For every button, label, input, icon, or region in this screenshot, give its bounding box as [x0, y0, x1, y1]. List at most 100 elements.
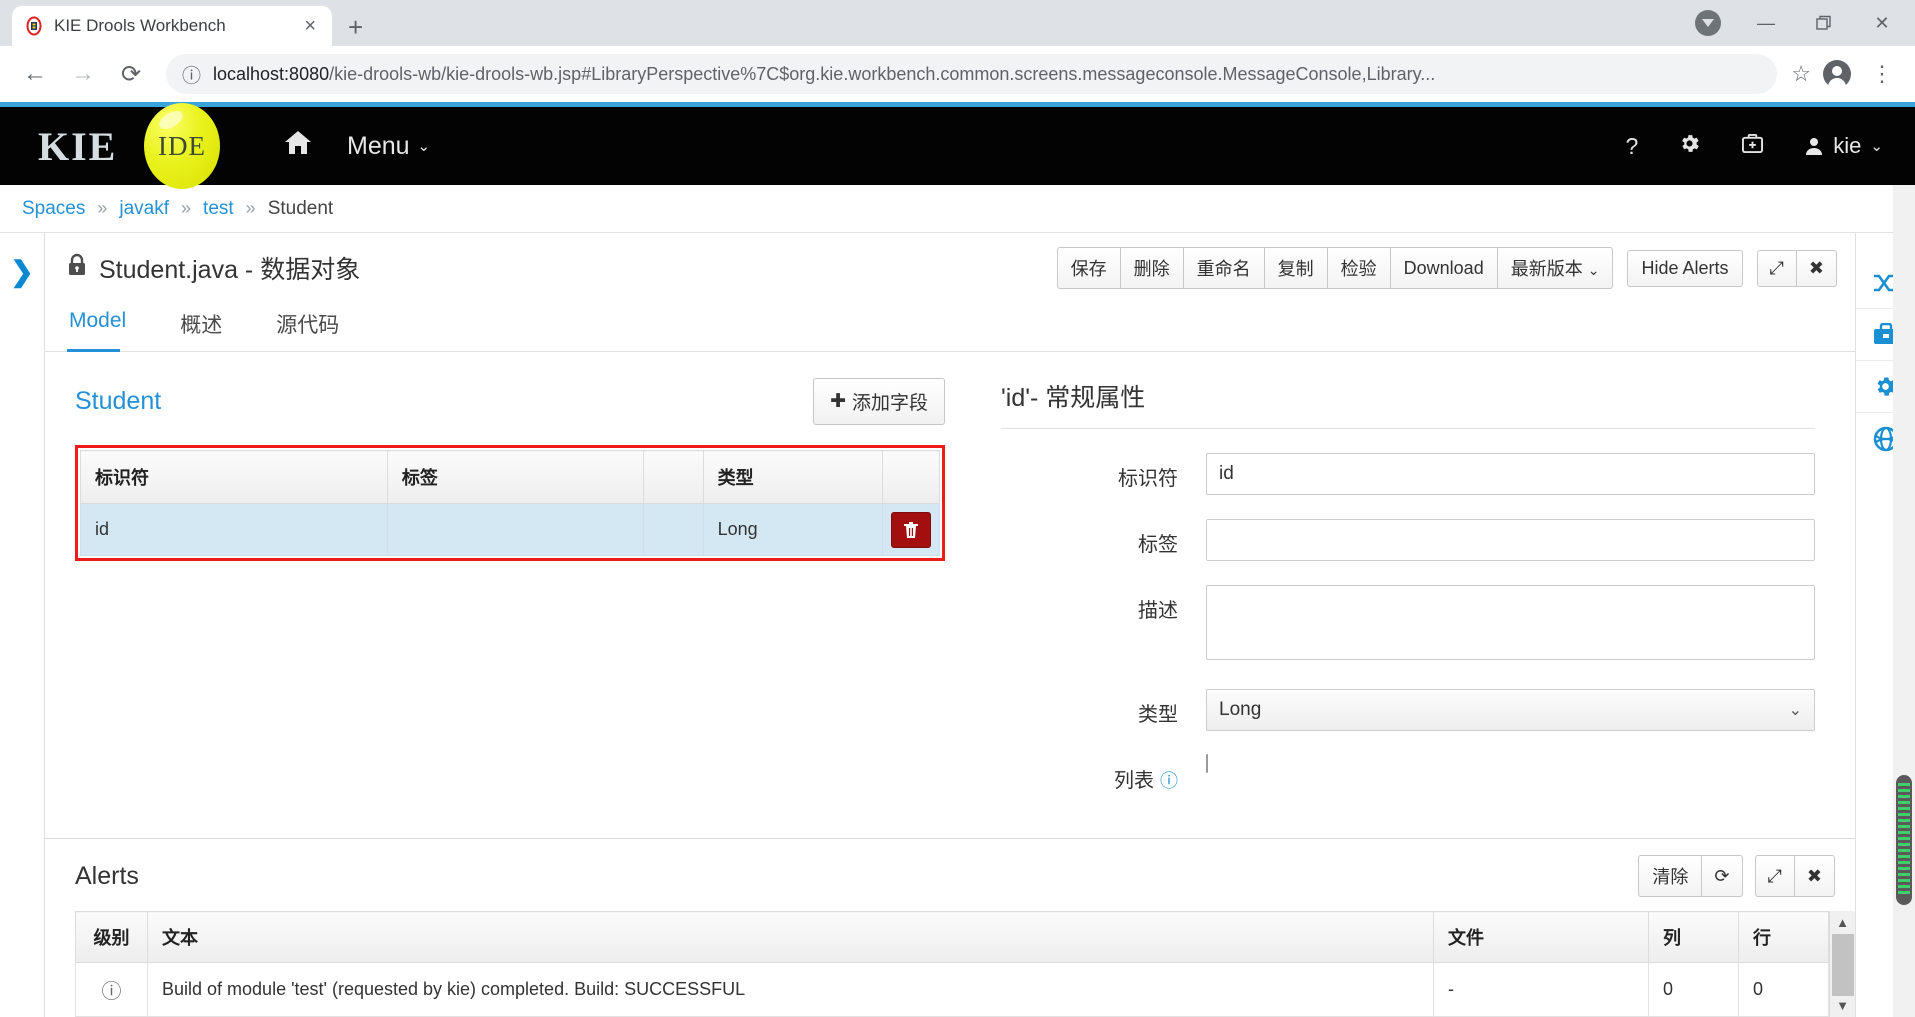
- alerts-toolbar: 清除 ⟳ ⤢ ✖: [1638, 855, 1835, 897]
- clear-alerts-button[interactable]: 清除: [1638, 855, 1703, 897]
- browser-tab[interactable]: KIE Drools Workbench ×: [12, 6, 332, 46]
- browser-menu-icon[interactable]: ⋮: [1863, 61, 1901, 87]
- home-icon[interactable]: [283, 129, 313, 164]
- chevron-down-icon: ⌄: [1587, 262, 1600, 278]
- back-icon[interactable]: ←: [14, 53, 56, 95]
- maximize-alerts-icon[interactable]: ⤢: [1754, 855, 1795, 897]
- profile-avatar[interactable]: [1817, 54, 1857, 94]
- identifier-input[interactable]: [1206, 453, 1815, 495]
- delete-field-button[interactable]: [890, 511, 931, 548]
- breadcrumb-separator: »: [245, 198, 256, 218]
- page-scrollbar-thumb[interactable]: [1896, 775, 1912, 905]
- column-header-text: 文本: [147, 911, 1434, 963]
- scroll-up-icon[interactable]: ▲: [1836, 915, 1849, 930]
- download-button[interactable]: Download: [1389, 247, 1498, 289]
- field-row-list: 列表 ⓘ: [1001, 754, 1815, 793]
- gear-icon[interactable]: [1678, 132, 1701, 161]
- user-menu[interactable]: kie ⌄: [1804, 133, 1883, 159]
- editor-action-group: 保存 删除 重命名 复制 检验 Download 最新版本 ⌄: [1056, 247, 1614, 289]
- kie-header: KIE IDE Menu ⌄ ? kie ⌄: [0, 103, 1915, 189]
- bookmark-star-icon[interactable]: ☆: [1791, 61, 1811, 87]
- kie-logo-ball: IDE: [144, 103, 220, 189]
- alerts-table-wrap: 级别 文本 文件 列 行 ⓘ Build of module 'test' (r…: [45, 911, 1855, 1017]
- download-indicator-icon[interactable]: [1679, 0, 1737, 46]
- cell-level: ⓘ: [75, 962, 148, 1017]
- delete-button[interactable]: 删除: [1119, 247, 1184, 289]
- url-host: localhost:8080: [213, 63, 330, 84]
- refresh-alerts-icon[interactable]: ⟳: [1701, 855, 1743, 897]
- first-aid-kit-icon[interactable]: [1741, 133, 1764, 160]
- editor-content: Student ✚ 添加字段 标识符 标签 类型 id Long 'id'- 常…: [45, 352, 1855, 838]
- properties-pane: 'id'- 常规属性 标识符 标签 描述 类型: [975, 352, 1855, 838]
- rename-button[interactable]: 重命名: [1182, 247, 1265, 289]
- kie-logo[interactable]: KIE IDE: [22, 103, 237, 189]
- column-header-actions: [881, 450, 941, 504]
- close-panel-icon[interactable]: ✖: [1795, 249, 1837, 287]
- close-alerts-icon[interactable]: ✖: [1793, 855, 1835, 897]
- column-header-file: 文件: [1433, 911, 1649, 963]
- alerts-panel: Alerts 清除 ⟳ ⤢ ✖ 级别 文本 文件 列 行 ⓘ Build of …: [45, 838, 1855, 1017]
- breadcrumb-item-student: Student: [267, 197, 334, 219]
- model-pane: Student ✚ 添加字段 标识符 标签 类型 id Long: [45, 352, 975, 838]
- new-tab-button[interactable]: +: [332, 14, 379, 46]
- page-scrollbar[interactable]: [1893, 185, 1915, 1017]
- editor-tabs: Model 概述 源代码: [45, 299, 1855, 352]
- list-checkbox[interactable]: [1206, 754, 1208, 773]
- left-rail: ❯: [0, 233, 45, 1017]
- label-input[interactable]: [1206, 519, 1815, 561]
- maximize-panel-icon[interactable]: ⤢: [1756, 249, 1797, 287]
- scrollbar-thumb[interactable]: [1831, 934, 1854, 996]
- field-row-label: 标签: [1001, 519, 1815, 561]
- data-object-name: Student: [75, 387, 162, 415]
- fields-table: 标识符 标签 类型 id Long: [80, 450, 941, 556]
- field-row-type: 类型 Long ⌄: [1001, 689, 1815, 731]
- cell-line: 0: [1738, 962, 1829, 1017]
- breadcrumb-item-spaces[interactable]: Spaces: [22, 198, 85, 220]
- reload-icon[interactable]: ⟳: [110, 53, 152, 95]
- column-header-label: 标签: [386, 450, 644, 504]
- site-info-icon[interactable]: ⓘ: [182, 61, 201, 88]
- column-header-type: 类型: [702, 450, 883, 504]
- cell-label: [386, 503, 644, 556]
- description-textarea[interactable]: [1206, 585, 1815, 660]
- label-list: 列表 ⓘ: [1001, 755, 1206, 793]
- menu-button[interactable]: Menu ⌄: [347, 132, 430, 161]
- chevron-down-icon: ⌄: [417, 138, 431, 155]
- minimize-button[interactable]: —: [1737, 0, 1795, 46]
- tab-model[interactable]: Model: [67, 299, 148, 352]
- cell-text: Build of module 'test' (requested by kie…: [147, 962, 1434, 1017]
- maximize-button[interactable]: [1795, 0, 1853, 46]
- browser-tab-title: KIE Drools Workbench: [54, 16, 226, 35]
- expand-left-panel-icon[interactable]: ❯: [10, 255, 33, 1017]
- scroll-down-icon[interactable]: ▼: [1836, 998, 1849, 1013]
- tab-strip: KIE Drools Workbench × +: [0, 0, 1679, 46]
- info-circle-icon: ⓘ: [101, 981, 122, 1003]
- forward-icon[interactable]: →: [62, 53, 104, 95]
- cell-type: Long: [702, 503, 883, 556]
- save-button[interactable]: 保存: [1056, 247, 1121, 289]
- tab-close-icon[interactable]: ×: [300, 16, 320, 36]
- add-field-button[interactable]: ✚ 添加字段: [813, 378, 945, 425]
- close-button[interactable]: ✕: [1853, 0, 1911, 46]
- tab-overview[interactable]: 概述: [178, 299, 244, 351]
- kie-logo-text: KIE: [38, 123, 118, 169]
- table-row[interactable]: id Long: [80, 503, 941, 556]
- url-bar[interactable]: ⓘ localhost:8080/kie-drools-wb/kie-drool…: [166, 54, 1778, 94]
- header-actions: ? kie ⌄: [1626, 132, 1894, 161]
- breadcrumb-item-test[interactable]: test: [203, 198, 234, 220]
- info-icon[interactable]: ⓘ: [1160, 771, 1178, 791]
- copy-button[interactable]: 复制: [1263, 247, 1328, 289]
- hide-alerts-button[interactable]: Hide Alerts: [1627, 249, 1743, 287]
- help-icon[interactable]: ?: [1626, 133, 1639, 160]
- table-row[interactable]: ⓘ Build of module 'test' (requested by k…: [75, 962, 1829, 1017]
- breadcrumb-item-javakf[interactable]: javakf: [119, 198, 169, 220]
- fields-table-header-row: 标识符 标签 类型: [80, 450, 941, 504]
- validate-button[interactable]: 检验: [1326, 247, 1391, 289]
- type-select[interactable]: Long ⌄: [1206, 689, 1815, 731]
- alerts-title: Alerts: [75, 861, 139, 890]
- label-label: 标签: [1138, 534, 1178, 556]
- version-dropdown-button[interactable]: 最新版本 ⌄: [1496, 247, 1614, 289]
- alerts-scrollbar[interactable]: ▲ ▼: [1829, 911, 1855, 1017]
- page-title: Student.java - 数据对象: [99, 256, 361, 284]
- tab-source[interactable]: 源代码: [274, 299, 361, 351]
